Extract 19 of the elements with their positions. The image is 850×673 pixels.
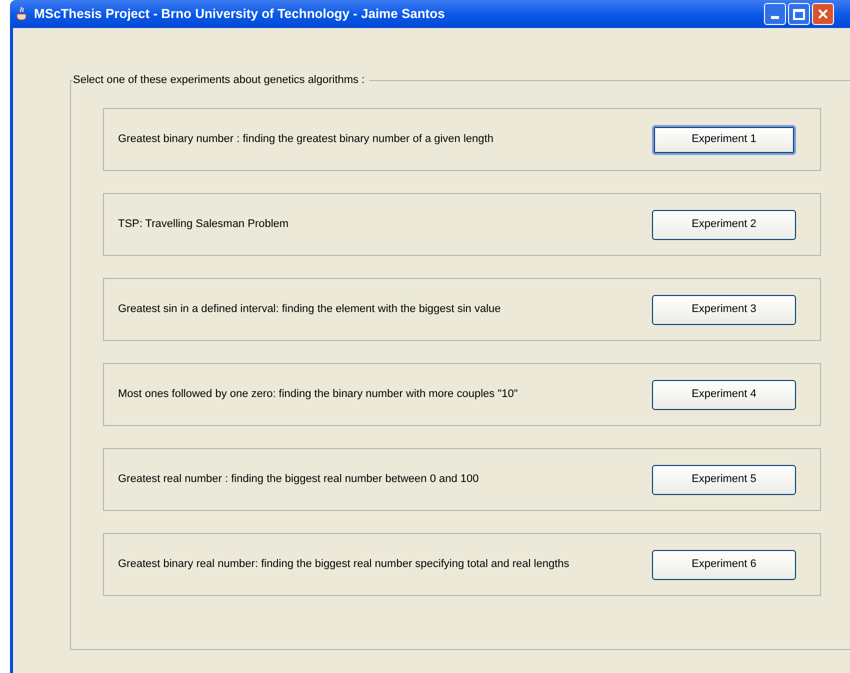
group-title: Select one of these experiments about genetics algorithms : (73, 73, 369, 87)
experiment-description: Greatest binary number : finding the greatest binary number of a given length (118, 132, 494, 148)
experiment-description: Greatest sin in a defined interval: finding the element with the biggest sin value (118, 302, 501, 318)
experiment-description: Most ones followed by one zero: finding the binary number with more couples "10" (118, 387, 518, 402)
experiment-button[interactable]: Experiment 3 (652, 294, 796, 324)
experiment-button[interactable]: Experiment 1 (652, 124, 796, 154)
minimize-button[interactable] (764, 3, 786, 25)
close-icon (818, 9, 828, 19)
maximize-button[interactable] (788, 3, 810, 25)
experiment-button[interactable]: Experiment 6 (652, 550, 796, 580)
experiment-button[interactable]: Experiment 2 (652, 210, 796, 240)
experiment-button[interactable]: Experiment 5 (652, 464, 796, 494)
window-title: MScThesis Project - Brno University of Technology - Jaime Santos (34, 5, 445, 24)
close-button[interactable] (812, 3, 834, 25)
experiment-button[interactable]: Experiment 4 (652, 380, 796, 410)
experiment-description: Greatest real number : finding the biggest real number between 0 and 100 (118, 472, 479, 488)
experiment-description: TSP: Travelling Salesman Problem (118, 217, 289, 232)
java-cup-icon (16, 6, 28, 22)
experiment-description: Greatest binary real number: finding the biggest real number specifying total and real lengths (118, 557, 570, 572)
